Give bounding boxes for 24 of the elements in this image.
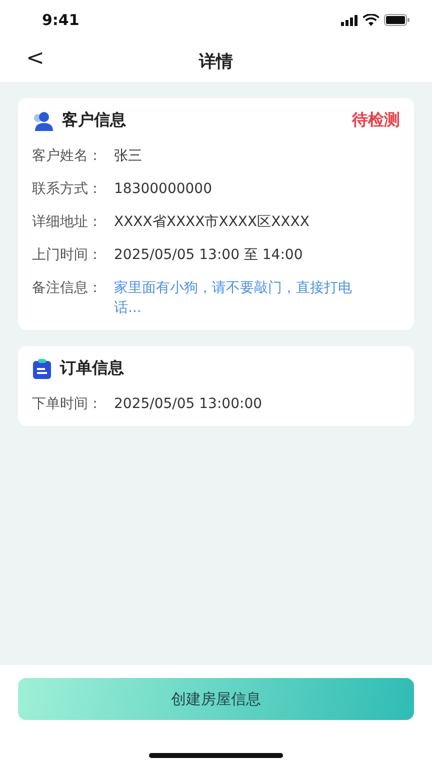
field-label: 详细地址： [32,213,103,232]
back-button[interactable]: < [22,46,48,71]
field-value: 张三 [114,147,142,166]
note-text: 家里面有小狗，请不要敲门，直接打电话... [114,279,353,318]
battery-icon [384,14,410,26]
field-value: 2025/05/05 13:00 至 14:00 [114,246,303,265]
field-label: 下单时间： [32,395,103,414]
card-title: 订单信息 [60,358,125,379]
user-icon [32,110,54,130]
clipboard-icon [32,358,52,378]
field-label: 备注信息： [32,279,103,298]
status-label: 待检测 [352,110,400,131]
field-label: 联系方式： [32,180,103,199]
create-house-button[interactable]: 创建房屋信息 [18,678,414,720]
page-title: 详情 [199,50,233,72]
field-value: 18300000000 [114,180,212,199]
field-label: 客户姓名： [32,147,103,166]
field-value: 2025/05/05 13:00:00 [114,395,262,414]
wifi-icon [363,14,379,26]
signal-icon [341,14,358,26]
status-time: 9:41 [42,11,80,29]
field-value: XXXX省XXXX市XXXX区XXXX [114,213,310,232]
card-title: 客户信息 [62,110,127,131]
field-label: 上门时间： [32,246,103,265]
